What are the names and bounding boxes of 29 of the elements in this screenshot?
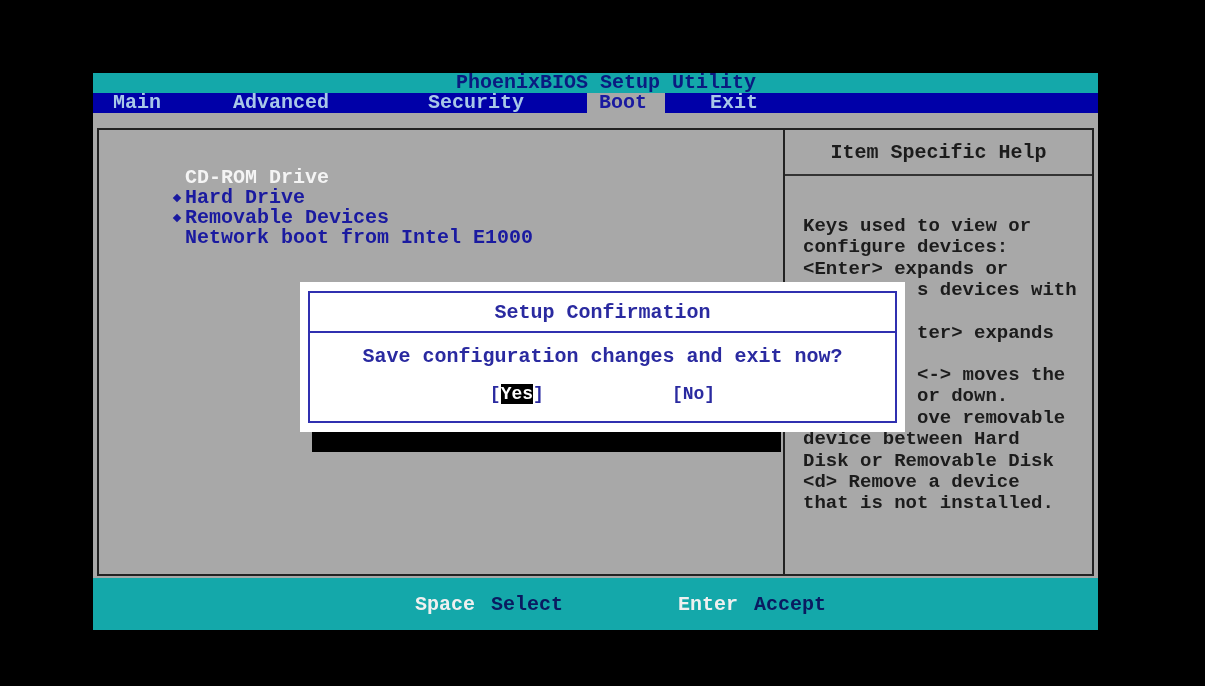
help-text: device between Hard	[803, 429, 1020, 451]
dialog-title: Setup Confirmation	[494, 300, 711, 324]
help-text: Keys used to view or	[803, 216, 1032, 238]
help-text: configure devices:	[803, 237, 1009, 259]
help-text: s devices with	[917, 280, 1077, 302]
help-text: ove removable	[917, 407, 1066, 430]
menu-tab[interactable]: Exit	[710, 93, 759, 113]
menu-tab[interactable]: Advanced	[233, 93, 330, 113]
boot-item[interactable]: Network boot from Intel E1000	[173, 228, 783, 248]
boot-item[interactable]: Hard Drive	[173, 188, 783, 208]
boot-item[interactable]: Removable Devices	[173, 208, 783, 228]
help-text: that is not installed.	[803, 493, 1054, 515]
help-text: or down.	[917, 386, 1009, 408]
window-title: PhoenixBIOS Setup Utility	[456, 71, 757, 94]
key-action: Select	[491, 592, 564, 616]
menu-tab[interactable]: Boot	[587, 93, 666, 113]
key-hint: Enter	[678, 592, 739, 616]
help-text: <d> Remove a device	[803, 471, 1020, 494]
help-title: Item Specific Help	[830, 140, 1047, 164]
menu-tab[interactable]: Main	[113, 93, 161, 113]
menu-tab[interactable]: Security	[428, 93, 525, 113]
key-action: Accept	[754, 592, 827, 616]
dialog-message: Save configuration changes and exit now?	[362, 345, 843, 368]
help-text: ter> expands	[917, 322, 1054, 344]
help-text: <-> moves the	[917, 364, 1066, 387]
key-hint: Space	[415, 592, 475, 616]
help-text: Disk or Removable Disk	[803, 450, 1054, 472]
help-text: <Enter> expands or	[803, 258, 1009, 281]
dialog-button[interactable]: [No]	[671, 384, 716, 404]
